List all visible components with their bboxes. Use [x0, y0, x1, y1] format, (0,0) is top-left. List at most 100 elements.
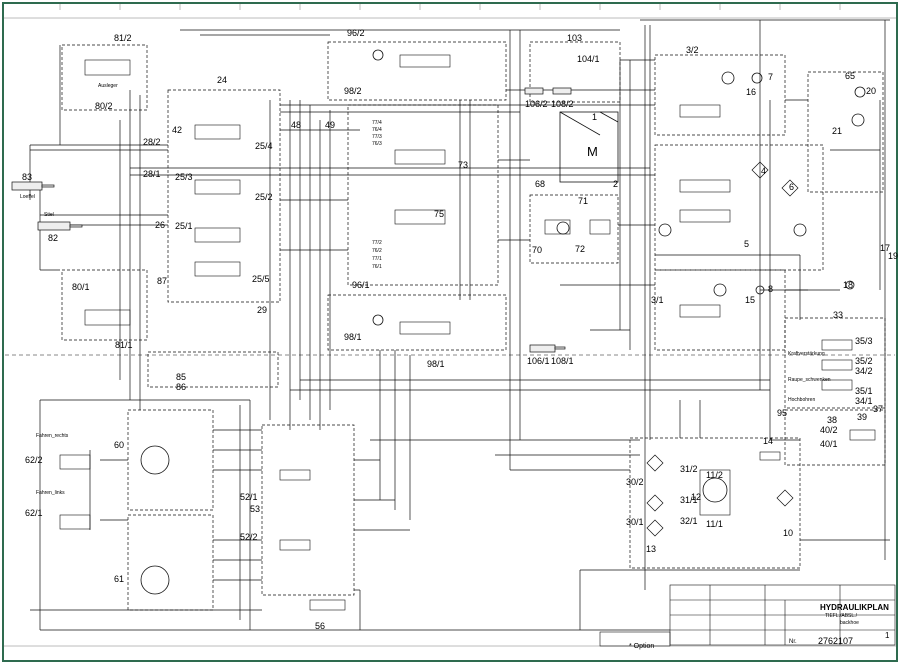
label-98: 98/1 — [427, 359, 445, 369]
label-39: 39 — [857, 412, 868, 422]
label-77-2: 77/2 — [372, 240, 382, 246]
label-25-1: 25/1 — [175, 221, 193, 231]
label-28-1: 28/1 — [143, 169, 161, 179]
label-98-1: 98/1 — [344, 332, 362, 342]
label-38: 38 — [827, 415, 838, 425]
label-104-1: 104/1 — [577, 54, 600, 64]
label-3-2: 3/2 — [686, 45, 699, 55]
label-35-1: 35/1 — [855, 386, 873, 396]
label-33: 33 — [833, 310, 844, 320]
label-85: 85 — [176, 372, 187, 382]
part-number: 2762107 — [818, 636, 854, 646]
label-7: 7 — [768, 72, 774, 82]
label-108-2: 108/2 — [551, 99, 574, 109]
label-25-5: 25/5 — [252, 274, 270, 284]
label-6: 6 — [789, 182, 795, 192]
label-35-3: 35/3 — [855, 336, 873, 346]
label-29: 29 — [257, 305, 268, 315]
label-25-4: 25/4 — [255, 141, 273, 151]
kraftverstaerkung-text: Kraftverstärkung — [788, 351, 825, 357]
schematic-lines — [2, 2, 898, 662]
drawing-subtitle: TIEFL./ABSL./ — [825, 613, 857, 619]
fahren-links-text: Fahren_links — [36, 490, 65, 496]
loeffel-text: Loeffel — [20, 194, 35, 200]
label-48: 48 — [291, 120, 302, 130]
label-70: 70 — [532, 245, 543, 255]
label-76-2: 76/2 — [372, 248, 382, 254]
hydraulic-schematic: 81/2 80/2 24 96/2 98/2 103 104/1 106/2 1… — [0, 0, 900, 664]
label-96-1: 96/1 — [352, 280, 370, 290]
label-82: 82 — [48, 233, 59, 243]
part-number-label: Nr. — [789, 639, 797, 645]
label-42: 42 — [172, 125, 183, 135]
ausleger-text: Ausleger — [98, 83, 118, 89]
option-note: * Option — [629, 643, 655, 650]
label-40-1: 40/1 — [820, 439, 838, 449]
hochbohren-text: Hochbohren — [788, 397, 816, 403]
label-81-2: 81/2 — [114, 33, 132, 43]
drawing-subtitle-2: backhoe — [840, 620, 859, 626]
label-26: 26 — [155, 220, 166, 230]
label-40-2: 40/2 — [820, 425, 838, 435]
label-16: 16 — [746, 87, 757, 97]
label-106-2: 106/2 — [525, 99, 548, 109]
label-72: 72 — [575, 244, 586, 254]
label-68: 68 — [535, 179, 546, 189]
label-86: 86 — [176, 382, 187, 392]
label-10: 10 — [783, 528, 794, 538]
label-30-1: 30/1 — [626, 517, 644, 527]
label-34-2: 34/2 — [855, 366, 873, 376]
label-56: 56 — [315, 621, 326, 631]
label-24: 24 — [217, 75, 228, 85]
label-87: 87 — [157, 276, 168, 286]
stiel-text: Stiel — [44, 212, 54, 218]
motor-symbol: M — [587, 144, 598, 159]
label-15: 15 — [745, 295, 756, 305]
label-71: 71 — [578, 196, 589, 206]
label-76-1: 76/1 — [372, 264, 382, 270]
label-3-1: 3/1 — [651, 295, 664, 305]
label-106-1: 106/1 — [527, 356, 550, 366]
label-8: 8 — [768, 284, 774, 294]
label-5: 5 — [744, 239, 750, 249]
drawing-title: HYDRAULIKPLAN — [820, 603, 889, 612]
label-80-2: 80/2 — [95, 101, 113, 111]
label-62-1: 62/1 — [25, 508, 43, 518]
label-61: 61 — [114, 574, 125, 584]
label-75: 75 — [434, 209, 445, 219]
label-20: 20 — [866, 86, 877, 96]
label-60: 60 — [114, 440, 125, 450]
label-76-4: 76/4 — [372, 127, 382, 133]
label-65: 65 — [845, 71, 856, 81]
label-73: 73 — [458, 160, 469, 170]
label-77-4: 77/4 — [372, 120, 382, 126]
label-53: 53 — [250, 504, 261, 514]
label-49: 49 — [325, 120, 336, 130]
label-14: 14 — [763, 436, 774, 446]
label-108-1: 108/1 — [551, 356, 574, 366]
label-103: 103 — [567, 33, 583, 43]
label-13: 13 — [646, 544, 657, 554]
label-2: 2 — [613, 179, 619, 189]
label-98-2: 98/2 — [344, 86, 362, 96]
label-95: 95 — [777, 408, 788, 418]
label-81-1: 81/1 — [115, 340, 133, 350]
label-37: 37 — [873, 404, 884, 414]
label-77-1: 77/1 — [372, 256, 382, 262]
label-31-1: 31/1 — [680, 495, 698, 505]
label-77-3: 77/3 — [372, 134, 382, 140]
label-52-2: 52/2 — [240, 532, 258, 542]
label-52-1: 52/1 — [240, 492, 258, 502]
label-30-2: 30/2 — [626, 477, 644, 487]
label-62-2: 62/2 — [25, 455, 43, 465]
label-96-2: 96/2 — [347, 28, 365, 38]
sheet-number: 1 — [885, 631, 890, 640]
label-34-1: 34/1 — [855, 396, 873, 406]
label-19: 19 — [888, 251, 899, 261]
label-21: 21 — [832, 126, 843, 136]
label-11-2: 11/2 — [706, 470, 723, 480]
label-25-3: 25/3 — [175, 172, 193, 182]
raupe-schwenken-text: Raupe_schwenken — [788, 377, 831, 383]
label-18: 18 — [843, 280, 854, 290]
label-83: 83 — [22, 172, 33, 182]
